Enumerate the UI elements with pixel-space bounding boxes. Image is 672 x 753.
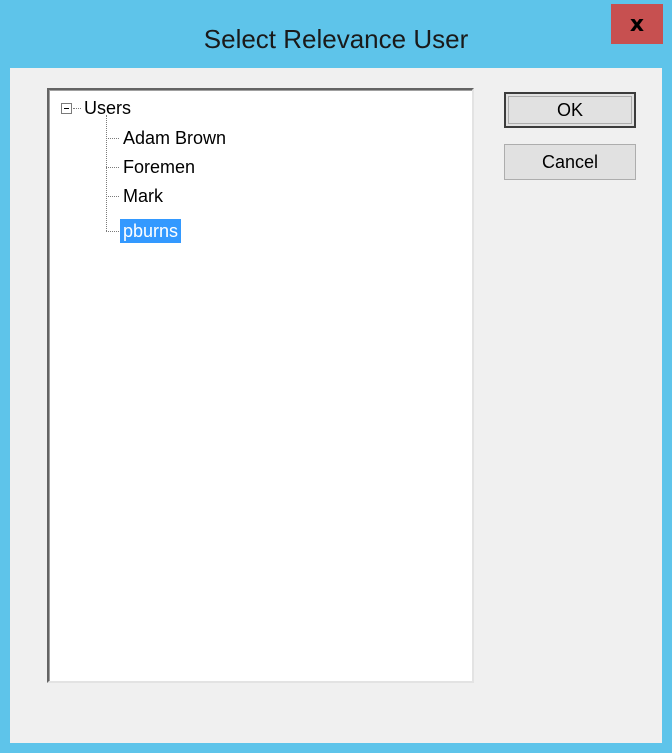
cancel-button[interactable]: Cancel	[504, 144, 636, 180]
window-title: Select Relevance User	[203, 24, 469, 54]
dialog-client-area: Users Adam Brown Foremen Mark pburns OK	[10, 68, 662, 743]
title-bar[interactable]: Select Relevance User x	[0, 0, 672, 70]
dialog-window: Select Relevance User x Users Adam Brown…	[0, 0, 672, 753]
tree-connector-line	[106, 166, 119, 168]
tree-item-label: Foremen	[123, 157, 196, 177]
tree-connector-line	[73, 107, 81, 109]
tree-item-mark[interactable]: Mark	[106, 181, 166, 211]
tree-item-label: Adam Brown	[123, 128, 227, 148]
tree-item-label: pburns	[120, 219, 182, 243]
tree-item-pburns[interactable]: pburns	[106, 216, 182, 246]
tree-node-users[interactable]: Users	[61, 96, 134, 120]
tree-node-label: Users	[84, 98, 132, 118]
close-icon: x	[629, 11, 645, 37]
tree-item-label: Mark	[123, 186, 163, 206]
tree-connector-line	[106, 137, 119, 139]
ok-button[interactable]: OK	[504, 92, 636, 128]
tree-connector-line	[106, 195, 119, 197]
tree-item-adam-brown[interactable]: Adam Brown	[106, 123, 229, 153]
close-button[interactable]: x	[611, 4, 663, 44]
collapse-icon[interactable]	[61, 102, 72, 114]
ok-button-label: OK	[556, 99, 583, 120]
tree-item-foremen[interactable]: Foremen	[106, 152, 198, 182]
users-tree-view[interactable]: Users Adam Brown Foremen Mark pburns	[47, 88, 474, 683]
tree-connector-line	[106, 230, 119, 232]
cancel-button-label: Cancel	[541, 151, 599, 172]
